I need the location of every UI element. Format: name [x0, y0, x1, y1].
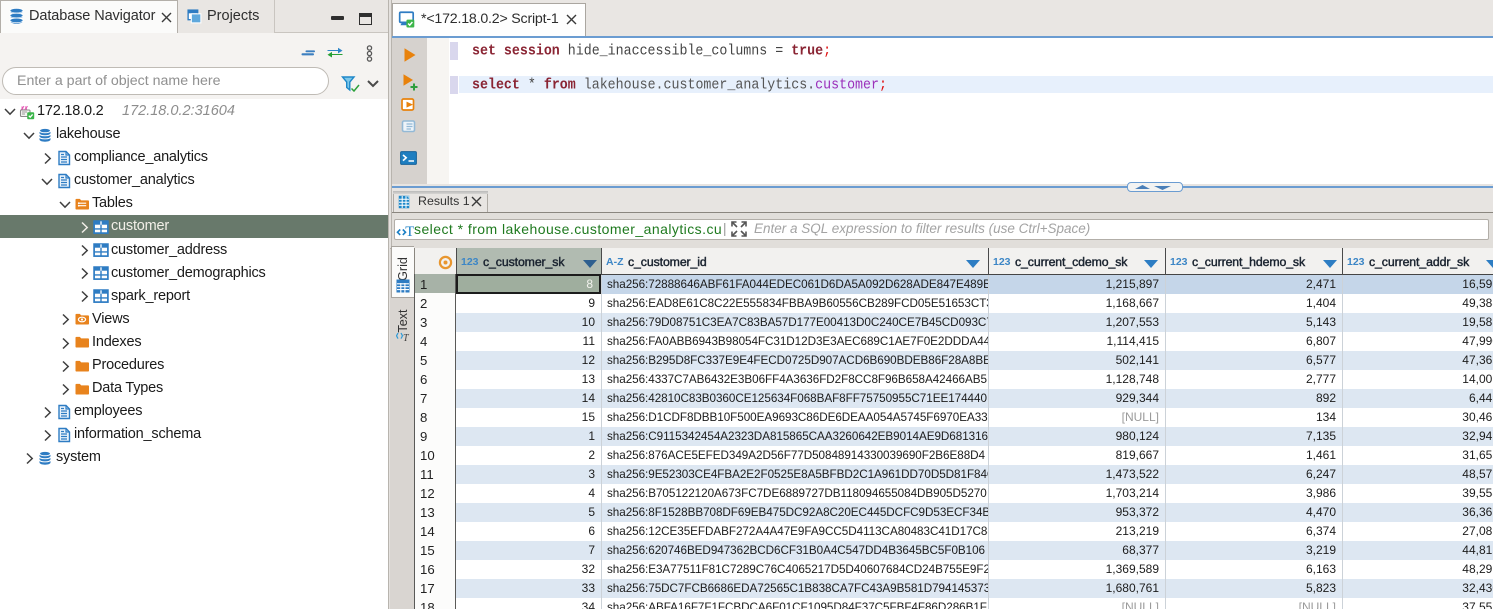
svg-text:T: T — [405, 224, 414, 238]
svg-text:T: T — [403, 333, 410, 343]
